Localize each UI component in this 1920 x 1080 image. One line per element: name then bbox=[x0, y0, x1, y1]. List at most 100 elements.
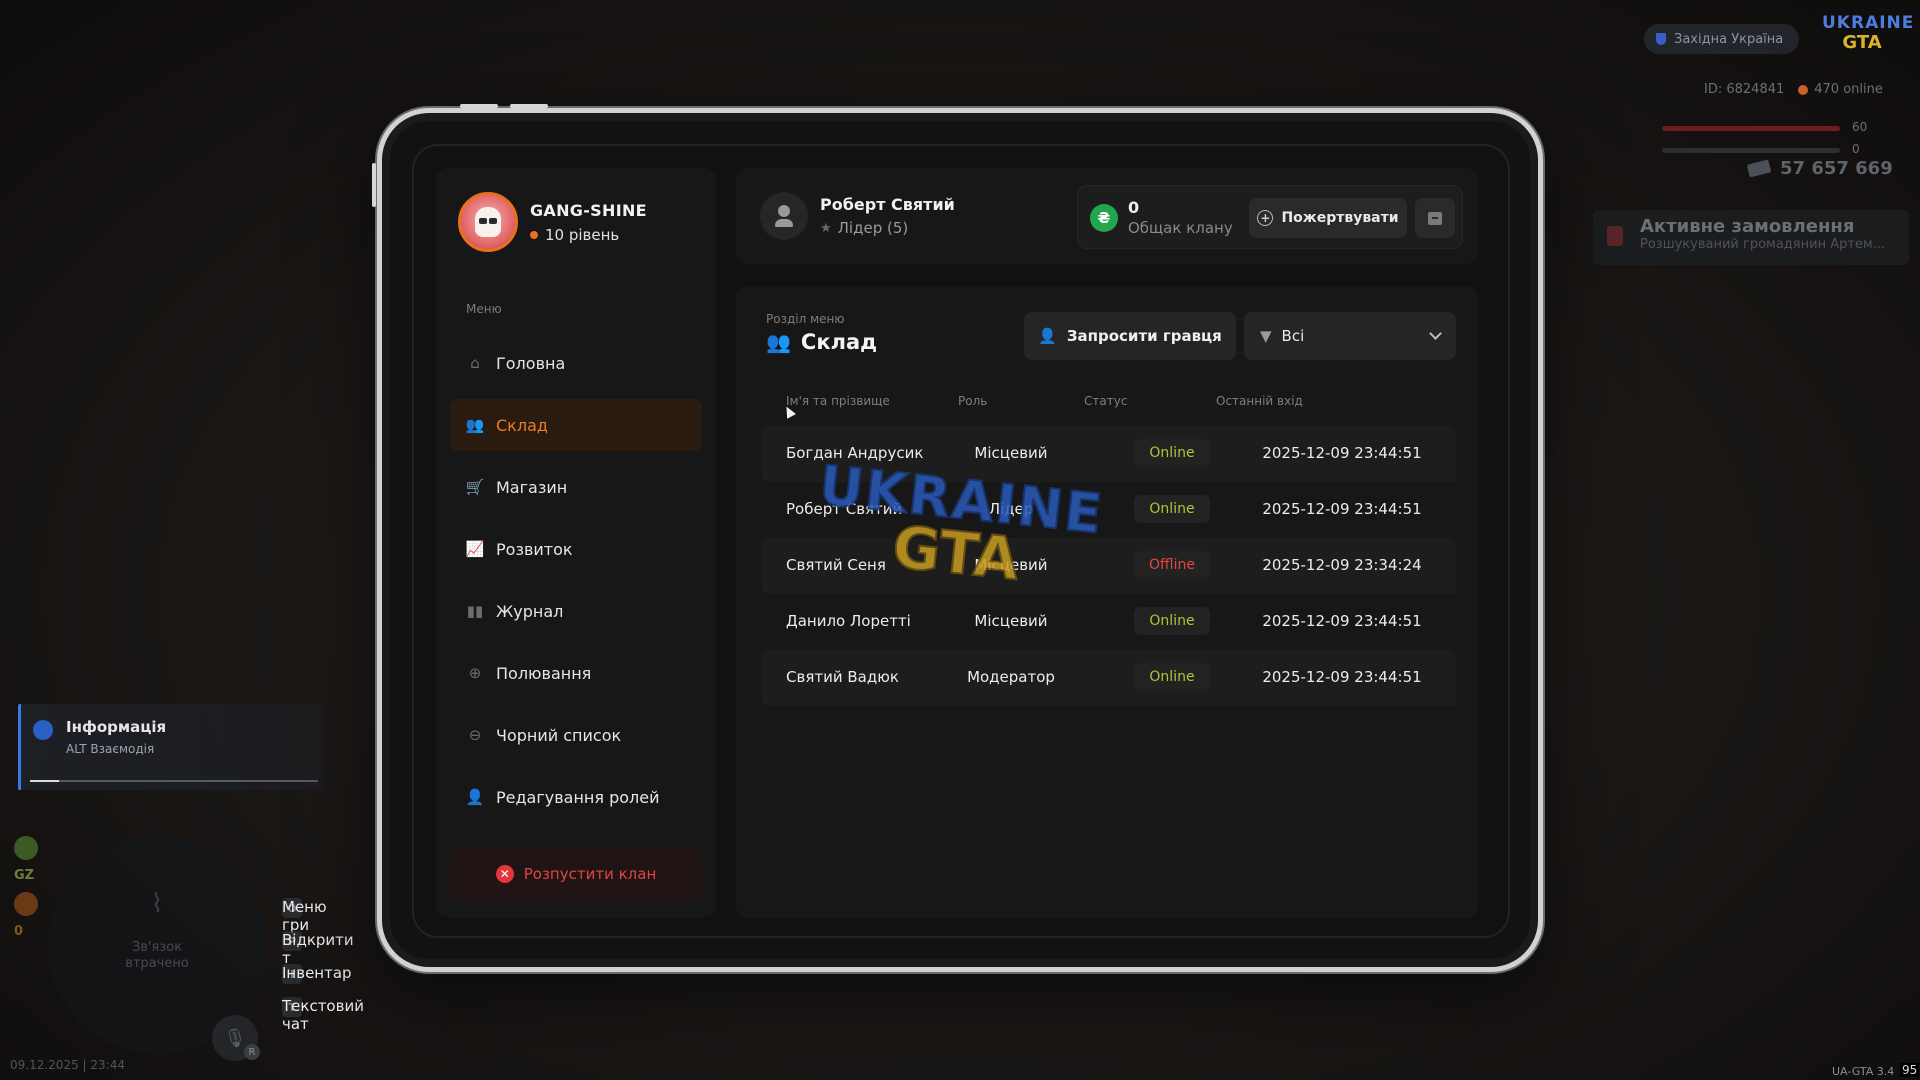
user-edit-icon: 👤 bbox=[465, 788, 485, 806]
sidebar-item[interactable]: ▮▮ Журнал bbox=[450, 585, 702, 637]
last-login: 2025-12-09 23:44:51 bbox=[1262, 612, 1422, 630]
table-row[interactable]: Роберт Святий Лідер Online 2025-12-09 23:44… bbox=[762, 482, 1456, 538]
filter-value: Всі bbox=[1281, 327, 1305, 345]
bank-history-button[interactable] bbox=[1415, 198, 1455, 238]
status-badge: Online bbox=[1134, 607, 1210, 635]
table-row[interactable]: Святий Сеня Місцевий Offline 2025-12-09 23:… bbox=[762, 538, 1456, 594]
status-badge: Offline bbox=[1134, 551, 1210, 579]
member-role: Місцевий bbox=[974, 444, 1048, 462]
disband-clan-button[interactable]: ✕ Розпустити клан bbox=[450, 848, 702, 900]
datetime: 09.12.2025 | 23:44 bbox=[10, 1058, 125, 1072]
server-logo: UKRAINE GTA bbox=[1822, 13, 1915, 53]
blocked-icon: ⊖ bbox=[468, 726, 482, 744]
chevron-down-icon bbox=[1429, 327, 1442, 340]
member-name: Богдан Андрусик bbox=[786, 444, 924, 462]
sidebar-item[interactable]: ⌂ Головна bbox=[450, 337, 702, 389]
hud-player-id: ID: 6824841 470 online bbox=[1704, 82, 1883, 97]
member-name: Роберт Святий bbox=[786, 500, 903, 518]
hryvnia-coin-icon: ₴ bbox=[1090, 204, 1118, 232]
sidebar-item-label: Головна bbox=[496, 353, 566, 373]
table-row[interactable]: Богдан Андрусик Місцевий Online 2025-12-09 … bbox=[762, 426, 1456, 482]
sidebar-item[interactable]: 👤 Редагування ролей bbox=[450, 771, 702, 823]
role-filter-select[interactable]: ▼ Всі bbox=[1244, 312, 1456, 360]
sidebar-item[interactable]: 🛒 Магазин bbox=[450, 461, 702, 513]
sidebar-item-label: Магазин bbox=[496, 477, 568, 497]
member-role: Місцевий bbox=[974, 556, 1048, 574]
health-bar bbox=[1662, 126, 1840, 131]
user-icon bbox=[775, 205, 793, 227]
armor-value: 0 bbox=[1852, 142, 1860, 156]
player-card: Роберт Святий ★ Лідер (5) ₴ 0 Общак клан… bbox=[736, 168, 1478, 264]
trooper-mask-icon bbox=[475, 207, 501, 237]
gangzone-icon bbox=[14, 836, 38, 860]
user-name: Роберт Святий bbox=[820, 195, 955, 214]
invite-player-button[interactable]: 👤 Запросити гравця bbox=[1024, 312, 1236, 360]
members-icon: 👥 bbox=[465, 416, 485, 434]
column-role: Роль bbox=[958, 394, 988, 408]
user-role: ★ Лідер (5) bbox=[820, 219, 909, 237]
table-header: Ім'я та прізвище Роль Статус Останній вх… bbox=[786, 394, 1446, 412]
info-notification: Інформація ALT Взаємодія bbox=[18, 704, 324, 790]
shield-icon bbox=[1656, 33, 1666, 45]
status-badge: Online bbox=[1134, 495, 1210, 523]
column-name: Ім'я та прізвище bbox=[786, 394, 890, 408]
members-panel: Розділ меню 👥 Склад 👤 Запросити гравця ▼… bbox=[736, 286, 1478, 918]
fps-counter: 95 bbox=[1900, 1063, 1920, 1077]
donate-button[interactable]: + Пожертвувати bbox=[1249, 198, 1407, 238]
sidebar-item-label: Склад bbox=[496, 415, 548, 435]
gz-label: GZ bbox=[14, 868, 35, 883]
section-title: 👥 Склад bbox=[766, 330, 878, 354]
tablet-volume-button bbox=[510, 104, 548, 108]
last-login: 2025-12-09 23:44:51 bbox=[1262, 668, 1422, 686]
clan-bank: ₴ 0 Общак клану + Пожертвувати bbox=[1077, 185, 1463, 249]
close-circle-icon: ✕ bbox=[495, 865, 514, 883]
shop-basket-icon: 🛒 bbox=[465, 478, 485, 496]
members-table: Богдан Андрусик Місцевий Online 2025-12-09 … bbox=[762, 426, 1456, 706]
last-login: 2025-12-09 23:44:51 bbox=[1262, 500, 1422, 518]
clan-name: GANG-SHINE bbox=[530, 200, 647, 220]
sidebar-item[interactable]: ⊕ Полювання bbox=[450, 647, 702, 699]
wanted-icon bbox=[14, 892, 38, 916]
table-row[interactable]: Данило Лоретті Місцевий Online 2025-12-09 2… bbox=[762, 594, 1456, 650]
sidebar-item-label: Розвиток bbox=[496, 539, 573, 559]
column-status: Статус bbox=[1084, 394, 1128, 408]
hud-region-label: Західна Україна bbox=[1674, 31, 1784, 47]
online-dot-icon bbox=[1798, 84, 1809, 95]
tablet-screen: GANG-SHINE 10 рівень Меню ⌂ Головна 👥 Склад… bbox=[412, 144, 1510, 938]
sidebar-item[interactable]: 👥 Склад bbox=[450, 399, 702, 451]
status-badge: Online bbox=[1134, 663, 1210, 691]
last-login: 2025-12-09 23:44:51 bbox=[1262, 444, 1422, 462]
level-dot-icon bbox=[530, 230, 538, 239]
last-login: 2025-12-09 23:34:24 bbox=[1262, 556, 1422, 574]
home-icon: ⌂ bbox=[470, 354, 480, 372]
hud-region-badge: Західна Україна bbox=[1644, 24, 1800, 54]
plus-circle-icon: + bbox=[1257, 210, 1274, 226]
info-progress-bar bbox=[30, 780, 318, 782]
member-name: Святий Вадюк bbox=[786, 668, 899, 686]
current-user: Роберт Святий ★ Лідер (5) bbox=[760, 192, 955, 240]
member-role: Місцевий bbox=[974, 612, 1048, 630]
clan-level: 10 рівень bbox=[530, 226, 647, 244]
sidebar-item-label: Чорний список bbox=[496, 725, 622, 745]
cash-icon bbox=[1746, 159, 1772, 178]
armor-bar bbox=[1662, 148, 1840, 153]
game-version: UA-GTA 3.4 bbox=[1832, 1065, 1895, 1078]
sidebar-item[interactable]: 📈 Розвиток bbox=[450, 523, 702, 575]
menu-title: Меню bbox=[466, 302, 502, 316]
section-subtitle: Розділ меню bbox=[766, 312, 845, 326]
clan-header: GANG-SHINE 10 рівень bbox=[458, 192, 647, 252]
add-user-icon: 👤 bbox=[1038, 327, 1057, 345]
sidebar-item[interactable]: ⊖ Чорний список bbox=[450, 709, 702, 761]
tablet-power-button bbox=[372, 163, 376, 207]
chart-icon: 📈 bbox=[465, 540, 485, 558]
status-badge: Online bbox=[1134, 439, 1210, 467]
sidebar-item-label: Журнал bbox=[496, 601, 564, 621]
tablet-volume-button bbox=[460, 104, 498, 108]
info-icon bbox=[33, 720, 53, 740]
members-icon: 👥 bbox=[766, 330, 791, 354]
sidebar-menu: ⌂ Головна 👥 Склад 🛒 Магазин 📈 Розвиток ▮▮ Журнал ⊕… bbox=[450, 337, 702, 833]
archive-icon bbox=[1428, 211, 1442, 225]
mic-key-badge: R bbox=[244, 1044, 260, 1060]
health-value: 60 bbox=[1852, 120, 1868, 134]
table-row[interactable]: Святий Вадюк Модератор Online 2025-12-09 23… bbox=[762, 650, 1456, 706]
